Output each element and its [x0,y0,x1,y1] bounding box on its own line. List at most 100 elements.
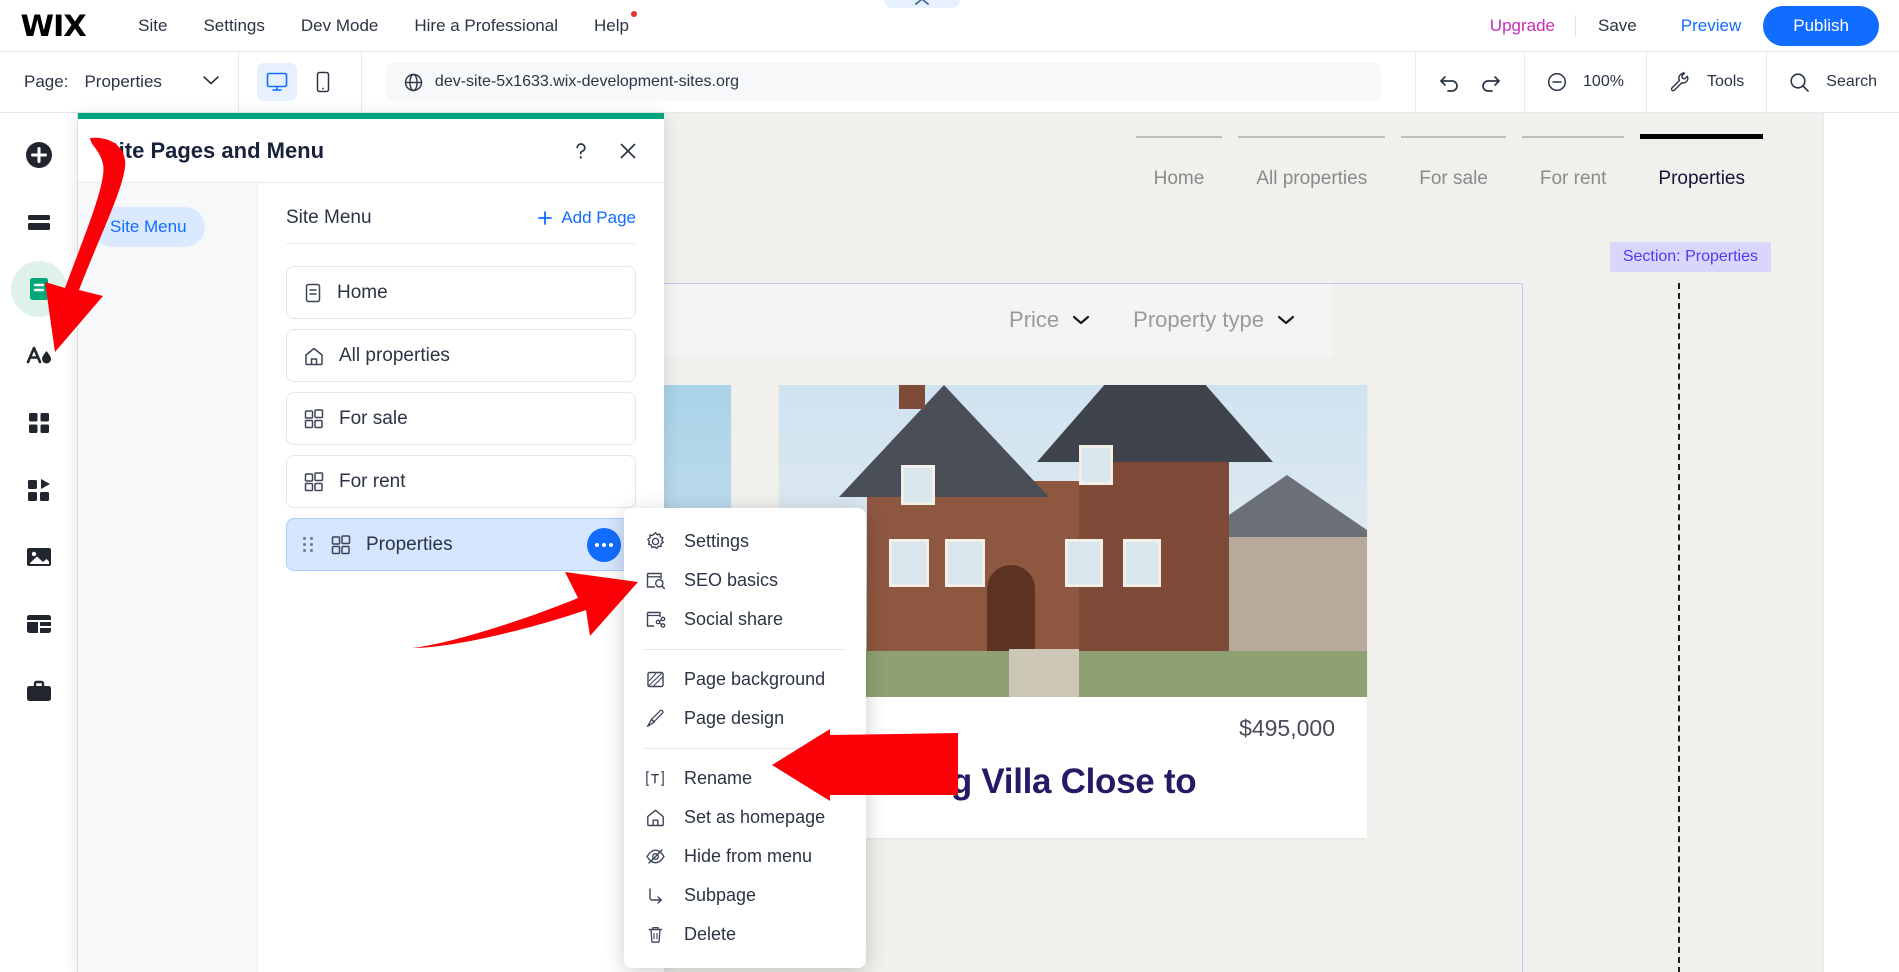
undo-icon [1440,76,1458,92]
ctx-seo-basics[interactable]: SEO basics [624,561,866,600]
site-nav-all-properties[interactable]: All properties [1230,136,1393,190]
site-nav-for-rent[interactable]: For rent [1514,136,1633,190]
nav-underline [1135,136,1223,138]
close-panel-button[interactable] [618,141,638,161]
share-icon [644,609,666,630]
apps-button[interactable] [11,395,67,451]
redo-button[interactable] [1478,72,1502,92]
filter-price[interactable]: Price [1009,307,1091,333]
help-button[interactable] [572,141,590,161]
panel-title: Site Pages and Menu [104,137,325,163]
decor-window [901,465,935,505]
ctx-rename[interactable]: Rename [624,759,866,798]
page-dropdown-button[interactable] [202,73,220,91]
page-row-properties[interactable]: Properties [286,518,636,571]
decor-side-wing [1207,531,1367,651]
page-more-actions-button[interactable] [587,527,621,562]
filter-property-type-label: Property type [1133,307,1264,332]
page-row-for-sale[interactable]: For sale [286,392,636,445]
page-row-label: Home [337,281,388,303]
ctx-settings[interactable]: Settings [624,522,866,561]
wix-logo[interactable]: WIX [20,9,86,43]
ctx-page-background[interactable]: Page background [624,660,866,699]
ctx-delete[interactable]: Delete [624,915,866,954]
site-design-button[interactable] [11,328,67,384]
business-tools-button[interactable] [11,663,67,719]
zoom-level: 100% [1583,73,1624,90]
media-button[interactable] [11,529,67,585]
menu-help[interactable]: Help [576,10,647,36]
preview-button[interactable]: Preview [1659,16,1763,36]
menu-hire-a-professional[interactable]: Hire a Professional [396,16,576,36]
add-section-button[interactable] [11,194,67,250]
site-nav-home[interactable]: Home [1128,136,1231,190]
menu-help-label: Help [593,15,629,35]
chevron-up-icon [915,0,929,5]
ctx-page-design[interactable]: Page design [624,699,866,738]
filter-property-type[interactable]: Property type [1133,307,1296,333]
panel-header-actions [572,141,638,161]
collapse-toolbar-tab[interactable] [884,0,960,8]
dynamic-page-icon [304,408,324,428]
apps-icon [28,413,49,433]
search-button[interactable]: Search [1766,51,1899,113]
zoom-out-icon [1547,72,1567,92]
undo-button[interactable] [1438,72,1462,92]
site-nav-label: Home [1153,168,1205,189]
add-elements-button[interactable] [11,127,67,183]
zoom-control[interactable]: 100% [1524,51,1646,113]
background-icon [644,669,666,690]
nav-underline [1521,136,1625,138]
site-menu-title: Site Menu [286,207,372,228]
text-icon [644,768,666,789]
ctx-label: Set as homepage [684,807,826,827]
save-button[interactable]: Save [1576,16,1659,36]
site-nav-for-sale[interactable]: For sale [1393,136,1514,190]
pages-and-menu-icon [29,278,48,300]
site-navigation: Home All properties For sale For rent Pr… [1128,134,1771,190]
page-row-all-properties[interactable]: All properties [286,329,636,382]
menu-dev-mode[interactable]: Dev Mode [283,16,396,36]
plus-icon [538,211,553,225]
current-page-name[interactable]: Properties [84,72,161,92]
mobile-view-button[interactable] [303,63,343,101]
sidebar-item-pages-and-menu[interactable] [10,261,67,317]
ctx-label: Hide from menu [684,846,813,866]
trash-icon [644,924,666,945]
add-elements-icon [25,142,52,168]
divider [644,649,846,650]
desktop-view-button[interactable] [256,63,297,101]
upgrade-button[interactable]: Upgrade [1470,16,1575,36]
site-url-bar[interactable]: dev-site-5x1633.wix-development-sites.or… [385,63,1381,101]
divider [237,52,239,112]
tab-site-menu[interactable]: Site Menu [92,207,205,247]
page-row-home[interactable]: Home [286,266,636,319]
ctx-social-share[interactable]: Social share [624,600,866,639]
editor-tools-group: 100% Tools Search [1415,51,1899,113]
property-image-brick-villa [779,385,1367,697]
ctx-subpage[interactable]: Subpage [624,876,866,915]
integrations-button[interactable] [11,462,67,518]
decor-window [1065,539,1103,587]
add-page-button[interactable]: Add Page [537,208,636,228]
decor-door [987,565,1035,651]
menu-site[interactable]: Site [120,16,185,36]
property-card-body: $495,000 Charming Villa Close to [779,697,1367,838]
dynamic-page-icon [304,471,324,491]
page-row-for-rent[interactable]: For rent [286,455,636,508]
property-card[interactable]: $495,000 Charming Villa Close to [779,385,1367,838]
mobile-icon [316,71,330,93]
menu-settings[interactable]: Settings [185,16,282,36]
site-nav-label: For sale [1419,168,1488,189]
cms-button[interactable] [11,596,67,652]
ctx-set-as-homepage[interactable]: Set as homepage [624,798,866,837]
home-icon [305,347,323,365]
site-nav-properties[interactable]: Properties [1632,134,1771,190]
ctx-hide-from-menu[interactable]: Hide from menu [624,837,866,876]
ctx-label: Social share [684,609,784,629]
panel-content: Site Menu Add Page Home All properties F… [258,183,664,972]
drag-handle[interactable] [303,537,314,552]
publish-button[interactable]: Publish [1763,5,1879,46]
wix-editor-window: WIX Site Settings Dev Mode Hire a Profes… [0,0,1899,972]
tools-button[interactable]: Tools [1645,51,1766,113]
